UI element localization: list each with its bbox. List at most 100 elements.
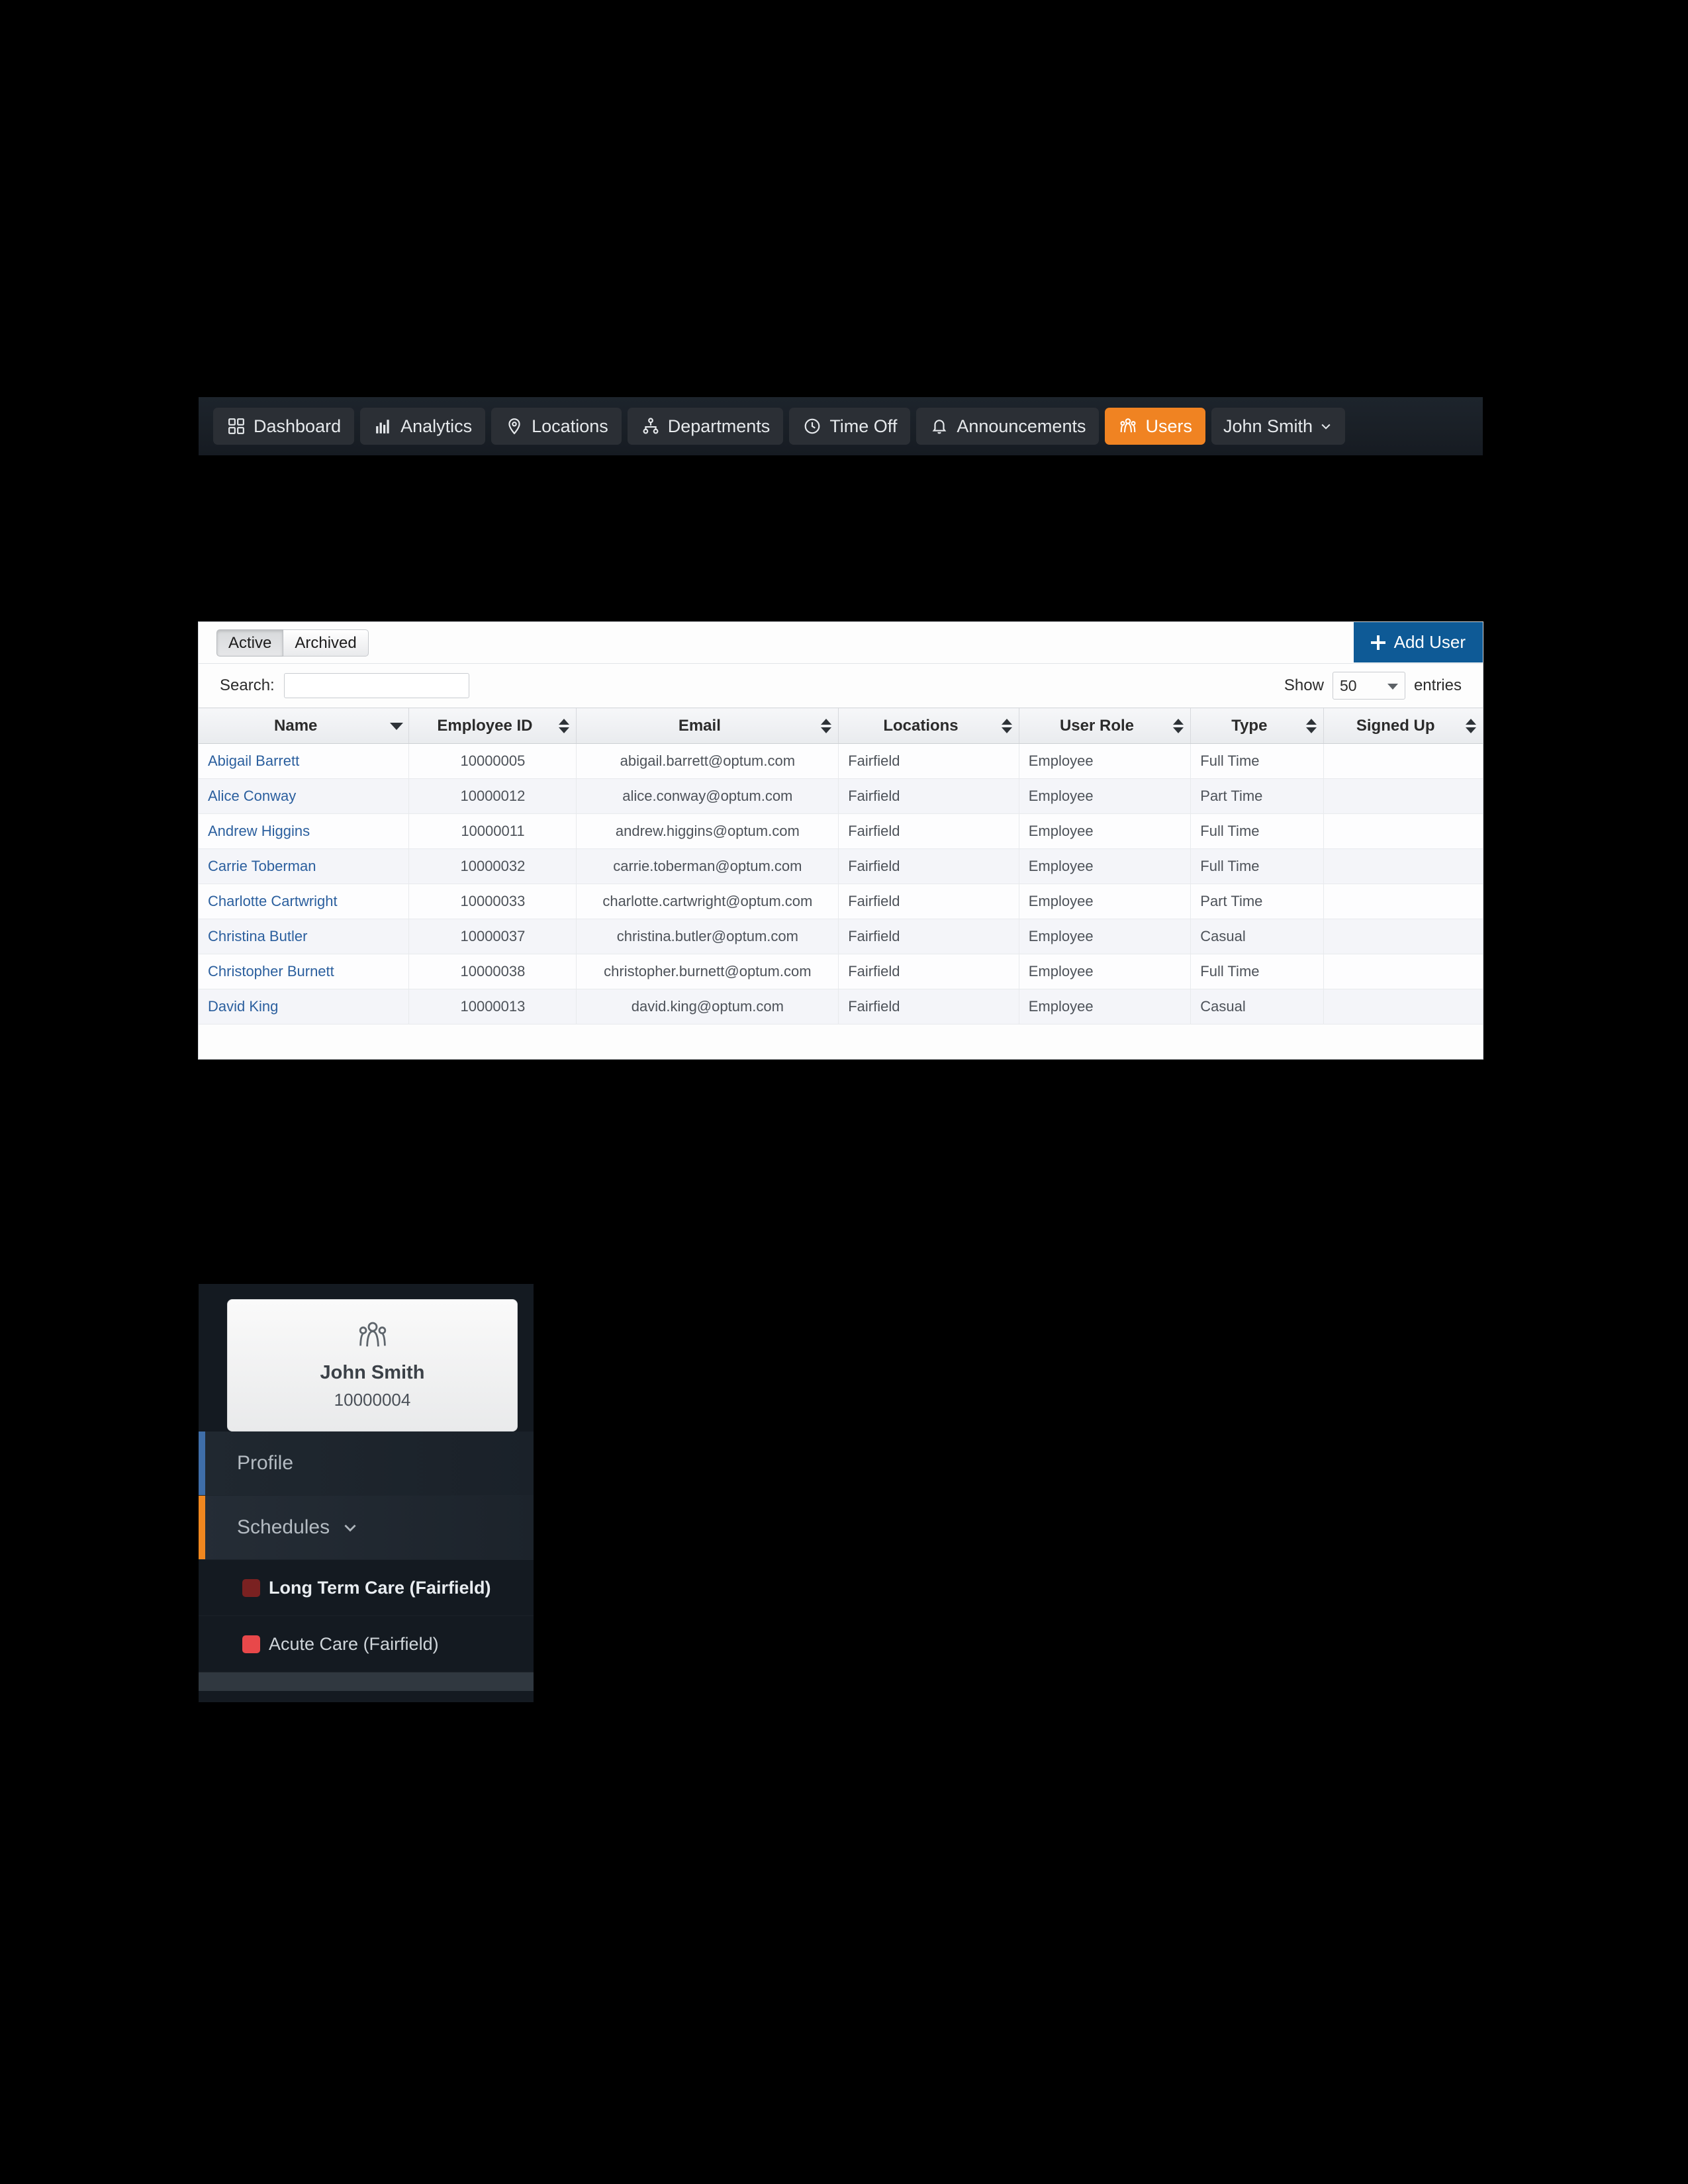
chevron-down-icon	[342, 1519, 359, 1536]
profile-sidebar: John Smith 10000004 Profile Schedules Lo…	[199, 1284, 534, 1702]
sidebar-schedule-long-term-care[interactable]: Long Term Care (Fairfield)	[199, 1560, 534, 1616]
table-row[interactable]: David King 10000013 david.king@optum.com Fa…	[199, 989, 1483, 1024]
user-menu-button[interactable]: John Smith	[1211, 408, 1346, 445]
nav-item-departments[interactable]: Departments	[627, 408, 784, 445]
cell-signed_up	[1323, 848, 1483, 884]
column-header-type[interactable]: Type	[1190, 707, 1325, 744]
column-header-employee-id[interactable]: Employee ID	[408, 707, 577, 744]
sort-indicator-icon	[1306, 717, 1317, 735]
table-row[interactable]: Andrew Higgins 10000011 andrew.higgins@opt…	[199, 813, 1483, 849]
cell-employee_id: 10000011	[408, 813, 577, 849]
user-name-link[interactable]: Carrie Toberman	[208, 858, 316, 874]
sidebar-footer	[199, 1672, 534, 1691]
column-header-user-role[interactable]: User Role	[1019, 707, 1192, 744]
sidebar-item-schedules-label: Schedules	[237, 1516, 330, 1538]
sort-indicator-icon	[821, 717, 832, 735]
cell-type: Full Time	[1190, 848, 1325, 884]
user-name-link[interactable]: Abigail Barrett	[208, 752, 299, 769]
sidebar-item-profile[interactable]: Profile	[199, 1432, 534, 1496]
nav-item-dashboard[interactable]: Dashboard	[213, 408, 355, 445]
cell-location: Fairfield	[838, 778, 1019, 814]
sort-indicator-icon	[559, 717, 570, 735]
cell-email: carrie.toberman@optum.com	[576, 848, 839, 884]
user-name-link[interactable]: Christopher Burnett	[208, 963, 334, 979]
users-panel-header: Active Archived Add User	[199, 622, 1483, 664]
cell-name: Christopher Burnett	[199, 954, 410, 989]
cell-role: Employee	[1019, 813, 1192, 849]
cell-email: christopher.burnett@optum.com	[576, 954, 839, 989]
sidebar-item-profile-label: Profile	[237, 1452, 294, 1474]
sidebar-schedule-acute-care[interactable]: Acute Care (Fairfield)	[199, 1616, 534, 1672]
user-name-link[interactable]: Charlotte Cartwright	[208, 893, 338, 909]
table-row[interactable]: Alice Conway 10000012 alice.conway@optum.c…	[199, 778, 1483, 814]
user-name-link[interactable]: David King	[208, 998, 278, 1015]
cell-signed_up	[1323, 954, 1483, 989]
profile-employee-id: 10000004	[334, 1390, 411, 1410]
column-header-email[interactable]: Email	[576, 707, 839, 744]
table-row[interactable]: Charlotte Cartwright 10000033 charlotte.ca…	[199, 884, 1483, 919]
user-name-link[interactable]: Christina Butler	[208, 928, 307, 944]
cell-employee_id: 10000005	[408, 743, 577, 779]
map-pin-icon	[504, 416, 524, 436]
cell-email: david.king@optum.com	[576, 989, 839, 1024]
cell-signed_up	[1323, 919, 1483, 954]
users-panel: Active Archived Add User Search: Show 50…	[199, 622, 1483, 1059]
nav-item-analytics[interactable]: Analytics	[360, 408, 486, 445]
nav-item-announcements-label: Announcements	[957, 416, 1086, 436]
cell-email: christina.butler@optum.com	[576, 919, 839, 954]
sidebar-schedule-long-term-care-label: Long Term Care (Fairfield)	[269, 1577, 491, 1598]
cell-email: abigail.barrett@optum.com	[576, 743, 839, 779]
nav-item-dashboard-label: Dashboard	[254, 416, 342, 436]
nav-item-announcements[interactable]: Announcements	[916, 408, 1100, 445]
cell-signed_up	[1323, 884, 1483, 919]
tab-active[interactable]: Active	[216, 629, 284, 657]
user-name-link[interactable]: Alice Conway	[208, 788, 296, 804]
user-name-link[interactable]: Andrew Higgins	[208, 823, 310, 839]
users-icon	[1118, 416, 1138, 436]
cell-name: David King	[199, 989, 410, 1024]
search-input[interactable]	[283, 673, 469, 698]
cell-type: Full Time	[1190, 954, 1325, 989]
table-row[interactable]: Abigail Barrett 10000005 abigail.barrett@o…	[199, 743, 1483, 779]
cell-location: Fairfield	[838, 884, 1019, 919]
cell-role: Employee	[1019, 989, 1192, 1024]
show-entries-prefix: Show	[1284, 676, 1324, 694]
sidebar-item-schedules[interactable]: Schedules	[199, 1496, 534, 1560]
users-table: Name Employee ID Email Locations User Ro…	[199, 707, 1483, 1024]
search-label: Search:	[220, 676, 275, 694]
column-header-locations[interactable]: Locations	[838, 707, 1019, 744]
cell-location: Fairfield	[838, 848, 1019, 884]
nav-item-locations-label: Locations	[532, 416, 608, 436]
people-icon	[355, 1320, 391, 1355]
column-header-employee-id-label: Employee ID	[437, 716, 533, 735]
table-row[interactable]: Christina Butler 10000037 christina.butler…	[199, 919, 1483, 954]
cell-employee_id: 10000037	[408, 919, 577, 954]
cell-name: Christina Butler	[199, 919, 410, 954]
column-header-name[interactable]: Name	[199, 707, 410, 744]
status-tabs: Active Archived	[216, 629, 369, 657]
table-row[interactable]: Christopher Burnett 10000038 christopher.b…	[199, 954, 1483, 989]
entries-per-page-select[interactable]: 50	[1332, 672, 1405, 700]
add-user-button[interactable]: Add User	[1353, 622, 1483, 662]
nav-item-users-label: Users	[1145, 416, 1192, 436]
table-row[interactable]: Carrie Toberman 10000032 carrie.toberman@o…	[199, 848, 1483, 884]
cell-role: Employee	[1019, 954, 1192, 989]
cell-location: Fairfield	[838, 954, 1019, 989]
column-header-user-role-label: User Role	[1059, 716, 1135, 735]
tab-archived[interactable]: Archived	[283, 629, 369, 657]
nav-item-users[interactable]: Users	[1105, 408, 1205, 445]
nav-item-departments-label: Departments	[667, 416, 771, 436]
search-control: Search:	[220, 673, 469, 698]
clock-icon	[802, 416, 822, 436]
top-navbar: Dashboard Analytics Locations Department…	[199, 397, 1483, 455]
add-user-label: Add User	[1393, 632, 1466, 652]
cell-type: Part Time	[1190, 884, 1325, 919]
cell-location: Fairfield	[838, 813, 1019, 849]
nav-item-time-off[interactable]: Time Off	[789, 408, 911, 445]
cell-type: Casual	[1190, 989, 1325, 1024]
nav-item-locations[interactable]: Locations	[491, 408, 622, 445]
column-header-email-label: Email	[678, 716, 721, 735]
show-entries-control: Show 50 entries	[1284, 672, 1462, 700]
profile-card[interactable]: John Smith 10000004	[227, 1299, 518, 1432]
column-header-signed-up[interactable]: Signed Up	[1323, 707, 1483, 744]
